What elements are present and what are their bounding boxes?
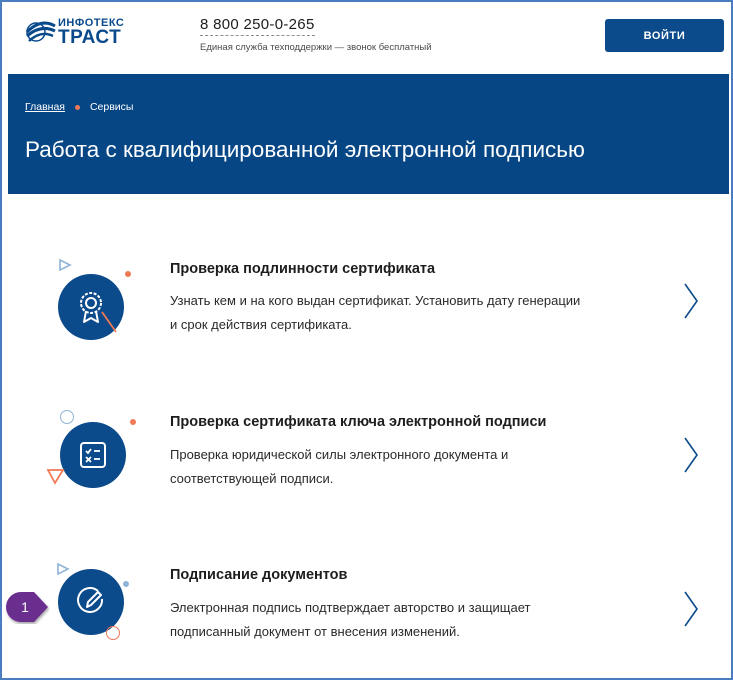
service-item-document-signing[interactable]: Подписание документов Электронная подпис…	[2, 562, 731, 678]
step-callout-marker: 1	[4, 590, 50, 624]
service-title[interactable]: Проверка сертификата ключа электронной п…	[170, 414, 546, 430]
login-button[interactable]: ВОЙТИ	[605, 19, 724, 52]
triangle-decoration-icon	[46, 469, 65, 485]
checklist-icon	[60, 422, 126, 488]
dot-decoration	[125, 271, 131, 277]
ring-decoration	[60, 410, 74, 424]
page-banner: Главная Сервисы Работа с квалифицированн…	[8, 74, 729, 194]
service-icon-group	[46, 408, 138, 508]
logo-mark-icon	[25, 21, 56, 42]
service-icon-group	[48, 562, 138, 662]
service-description: Электронная подпись подтверждает авторст…	[170, 600, 531, 639]
service-icon-group	[48, 254, 138, 354]
support-phone[interactable]: 8 800 250-0-265	[200, 16, 315, 36]
service-item-certificate-check[interactable]: Проверка подлинности сертификата Узнать …	[2, 254, 731, 384]
site-header: ИНФОТЕКС ТРАСТ 8 800 250-0-265 Единая сл…	[2, 2, 731, 74]
logo[interactable]: ИНФОТЕКС ТРАСТ	[24, 16, 134, 50]
triangle-decoration-icon	[57, 562, 70, 576]
breadcrumb-separator-dot	[74, 104, 80, 110]
service-item-key-certificate-check[interactable]: Проверка сертификата ключа электронной п…	[2, 408, 731, 538]
ring-decoration	[106, 626, 120, 640]
browser-frame: ИНФОТЕКС ТРАСТ 8 800 250-0-265 Единая сл…	[0, 0, 733, 680]
breadcrumb: Главная Сервисы	[25, 101, 133, 113]
service-description: Проверка юридической силы электронного д…	[170, 447, 509, 486]
page-title: Работа с квалифицированной электронной п…	[25, 137, 585, 162]
line-decoration-icon	[101, 311, 117, 333]
service-description: Узнать кем и на кого выдан сертификат. У…	[170, 293, 581, 332]
support-caption: Единая служба техподдержки — звонок бесп…	[200, 42, 432, 53]
breadcrumb-current: Сервисы	[89, 101, 134, 113]
breadcrumb-home-link[interactable]: Главная	[25, 101, 65, 113]
chevron-right-icon[interactable]	[682, 436, 700, 474]
dot-decoration	[123, 581, 129, 587]
logo-main-text: ТРАСТ	[58, 27, 122, 48]
service-title[interactable]: Подписание документов	[170, 567, 347, 583]
chevron-right-icon[interactable]	[682, 590, 700, 628]
triangle-decoration-icon	[59, 258, 72, 272]
chevron-right-icon[interactable]	[682, 282, 700, 320]
service-title[interactable]: Проверка подлинности сертификата	[170, 261, 435, 277]
callout-number: 1	[21, 599, 29, 615]
dot-decoration	[130, 419, 136, 425]
